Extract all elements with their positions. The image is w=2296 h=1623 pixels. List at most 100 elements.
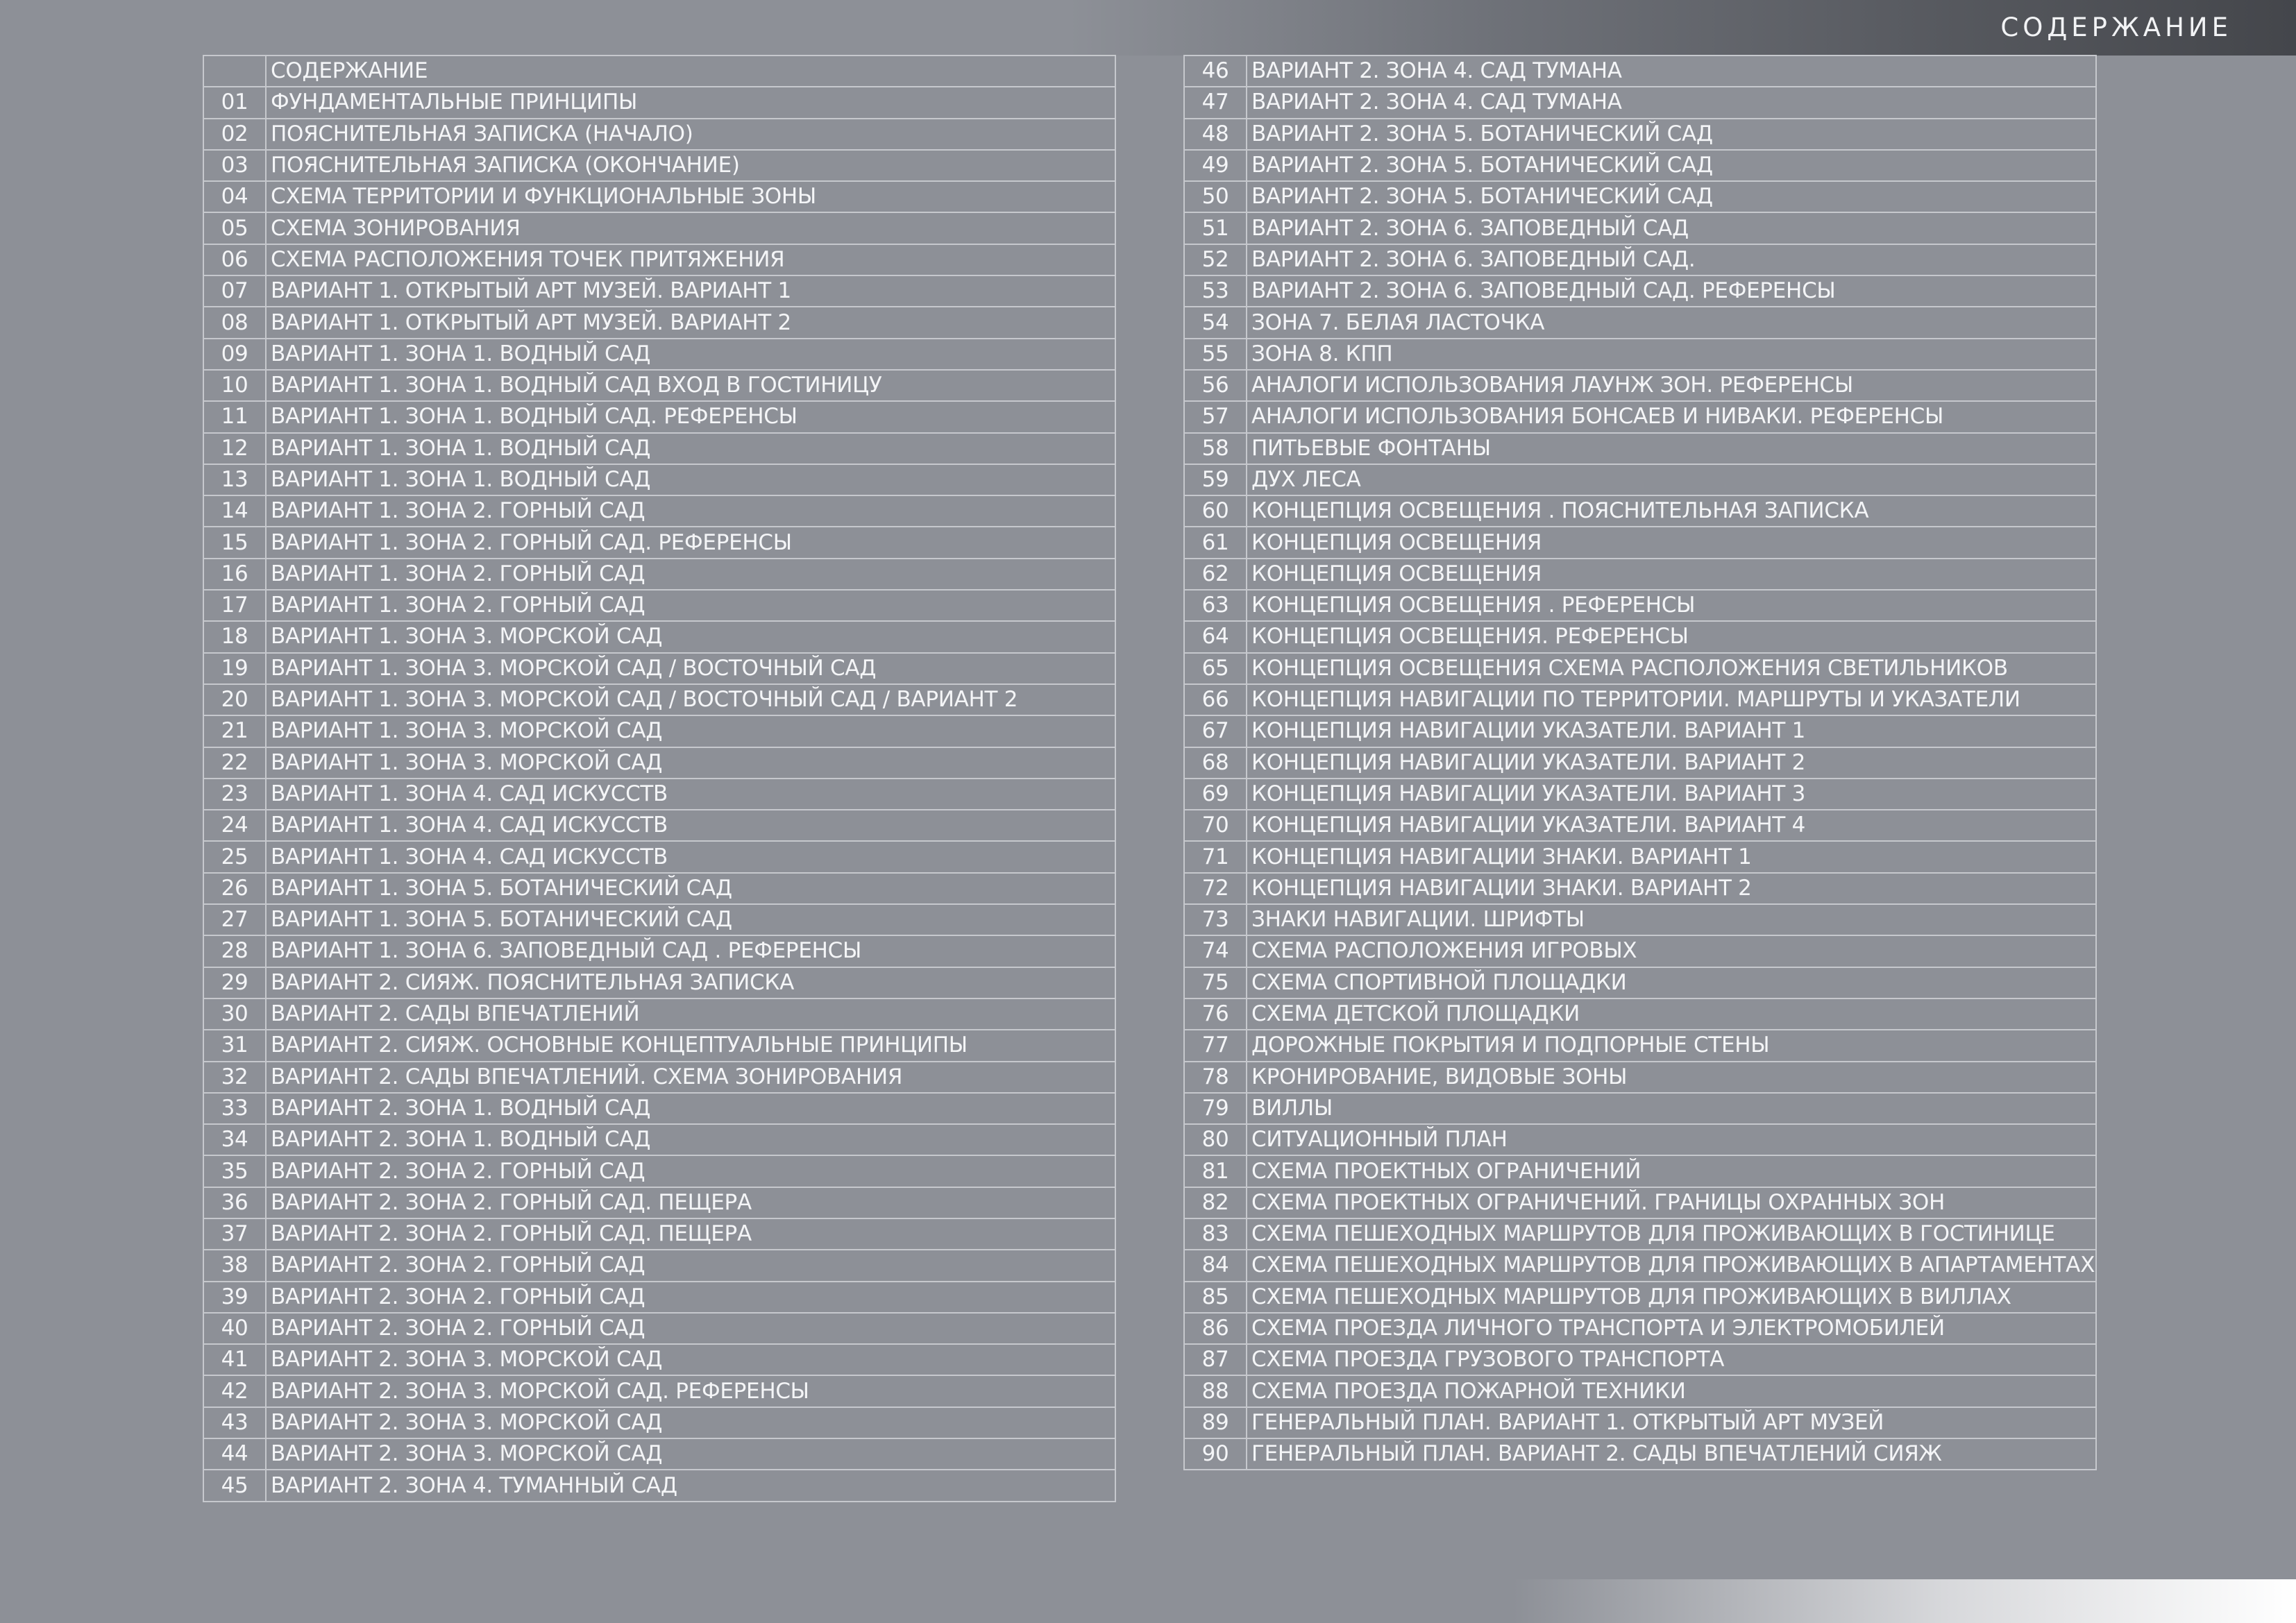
toc-row: 89 ГЕНЕРАЛЬНЫЙ ПЛАН. ВАРИАНТ 1. ОТКРЫТЫЙ …: [1183, 1406, 2097, 1440]
toc-entry-title: ВАРИАНТ 1. ЗОНА 2. ГОРНЫЙ САД: [265, 495, 1116, 528]
toc-entry-title: ВАРИАНТ 1. ЗОНА 5. БОТАНИЧЕСКИЙ САД: [265, 903, 1116, 937]
toc-entry-title: ДОРОЖНЫЕ ПОКРЫТИЯ И ПОДПОРНЫЕ СТЕНЫ: [1246, 1029, 2097, 1062]
toc-row: 76 СХЕМА ДЕТСКОЙ ПЛОЩАДКИ: [1183, 997, 2097, 1031]
toc-entry-title: СХЕМА ПЕШЕХОДНЫХ МАРШРУТОВ ДЛЯ ПРОЖИВАЮЩ…: [1246, 1280, 2097, 1314]
toc-page-number: 47: [1183, 86, 1247, 119]
toc-page-number: 28: [203, 935, 267, 968]
toc-page-number: 26: [203, 872, 267, 906]
toc-entry-title: СХЕМА РАСПОЛОЖЕНИЯ ИГРОВЫХ: [1246, 935, 2097, 968]
toc-entry-title: ВАРИАНТ 2. ЗОНА 2. ГОРНЫЙ САД: [265, 1280, 1116, 1314]
toc-row: 79 ВИЛЛЫ: [1183, 1091, 2097, 1125]
toc-entry-title: КОНЦЕПЦИЯ НАВИГАЦИИ ПО ТЕРРИТОРИИ. МАРШР…: [1246, 683, 2097, 717]
toc-page-number: 31: [203, 1029, 267, 1062]
toc-row: 01 ФУНДАМЕНТАЛЬНЫЕ ПРИНЦИПЫ: [203, 86, 1116, 119]
toc-page-number: 68: [1183, 746, 1247, 779]
toc-entry-title: ВАРИАНТ 2. ЗОНА 3. МОРСКОЙ САД: [265, 1343, 1116, 1377]
toc-row: 25 ВАРИАНТ 1. ЗОНА 4. САД ИСКУССТВ: [203, 840, 1116, 874]
toc-row: 20 ВАРИАНТ 1. ЗОНА 3. МОРСКОЙ САД / ВОСТО…: [203, 683, 1116, 717]
toc-page-number: 29: [203, 966, 267, 999]
toc-row: 74 СХЕМА РАСПОЛОЖЕНИЯ ИГРОВЫХ: [1183, 935, 2097, 968]
toc-page-number: 04: [203, 180, 267, 214]
toc-entry-title: КОНЦЕПЦИЯ ОСВЕЩЕНИЯ: [1246, 557, 2097, 591]
toc-row: 81 СХЕМА ПРОЕКТНЫХ ОГРАНИЧЕНИЙ: [1183, 1155, 2097, 1188]
toc-page-number: 75: [1183, 966, 1247, 999]
toc-row: 54 ЗОНА 7. БЕЛАЯ ЛАСТОЧКА: [1183, 306, 2097, 339]
toc-entry-title: ВАРИАНТ 2. ЗОНА 6. ЗАПОВЕДНЫЙ САД: [1246, 212, 2097, 245]
toc-entry-title: ВАРИАНТ 2. ЗОНА 6. ЗАПОВЕДНЫЙ САД. РЕФЕР…: [1246, 275, 2097, 308]
toc-page-number: 39: [203, 1280, 267, 1314]
toc-row: 38 ВАРИАНТ 2. ЗОНА 2. ГОРНЫЙ САД: [203, 1249, 1116, 1282]
toc-page-number: 45: [203, 1469, 267, 1502]
toc-page-number: 84: [1183, 1249, 1247, 1282]
toc-row: 15 ВАРИАНТ 1. ЗОНА 2. ГОРНЫЙ САД. РЕФЕРЕН…: [203, 526, 1116, 559]
toc-page-number: 89: [1183, 1406, 1247, 1440]
toc-row: 72 КОНЦЕПЦИЯ НАВИГАЦИИ ЗНАКИ. ВАРИАНТ 2: [1183, 872, 2097, 906]
toc-row: 51 ВАРИАНТ 2. ЗОНА 6. ЗАПОВЕДНЫЙ САД: [1183, 212, 2097, 245]
toc-page-number: 64: [1183, 620, 1247, 654]
toc-row: 30 ВАРИАНТ 2. САДЫ ВПЕЧАТЛЕНИЙ: [203, 997, 1116, 1031]
toc-entry-title: КОНЦЕПЦИЯ НАВИГАЦИИ УКАЗАТЕЛИ. ВАРИАНТ 4: [1246, 809, 2097, 842]
toc-entry-title: ВАРИАНТ 2. ЗОНА 3. МОРСКОЙ САД: [265, 1406, 1116, 1440]
toc-page-number: 70: [1183, 809, 1247, 842]
toc-entry-title: ПОЯСНИТЕЛЬНАЯ ЗАПИСКА (НАЧАЛО): [265, 117, 1116, 151]
toc-page-number: 59: [1183, 463, 1247, 497]
toc-page-number: 22: [203, 746, 267, 779]
toc-entry-title: ВАРИАНТ 1. ЗОНА 2. ГОРНЫЙ САД. РЕФЕРЕНСЫ: [265, 526, 1116, 559]
toc-row: 06 СХЕМА РАСПОЛОЖЕНИЯ ТОЧЕК ПРИТЯЖЕНИЯ: [203, 243, 1116, 277]
toc-page-number: 41: [203, 1343, 267, 1377]
toc-entry-title: ЗОНА 7. БЕЛАЯ ЛАСТОЧКА: [1246, 306, 2097, 339]
toc-page-number: [203, 54, 267, 88]
toc-entry-title: ВАРИАНТ 2. ЗОНА 3. МОРСКОЙ САД: [265, 1438, 1116, 1471]
toc-row: 13 ВАРИАНТ 1. ЗОНА 1. ВОДНЫЙ САД: [203, 463, 1116, 497]
toc-page-number: 17: [203, 589, 267, 622]
toc-row: 57 АНАЛОГИ ИСПОЛЬЗОВАНИЯ БОНСАЕВ И НИВАКИ…: [1183, 400, 2097, 434]
toc-entry-title: ВАРИАНТ 2. ЗОНА 2. ГОРНЫЙ САД. ПЕЩЕРА: [265, 1186, 1116, 1219]
toc-entry-title: СХЕМА ТЕРРИТОРИИ И ФУНКЦИОНАЛЬНЫЕ ЗОНЫ: [265, 180, 1116, 214]
toc-page-number: 46: [1183, 54, 1247, 88]
toc-page-number: 85: [1183, 1280, 1247, 1314]
toc-row: 28 ВАРИАНТ 1. ЗОНА 6. ЗАПОВЕДНЫЙ САД . РЕ…: [203, 935, 1116, 968]
toc-page-number: 78: [1183, 1060, 1247, 1094]
toc-entry-title: СИТУАЦИОННЫЙ ПЛАН: [1246, 1123, 2097, 1157]
toc-row: 04 СХЕМА ТЕРРИТОРИИ И ФУНКЦИОНАЛЬНЫЕ ЗОНЫ: [203, 180, 1116, 214]
toc-entry-title: КОНЦЕПЦИЯ ОСВЕЩЕНИЯ: [1246, 526, 2097, 559]
toc-row: 82 СХЕМА ПРОЕКТНЫХ ОГРАНИЧЕНИЙ. ГРАНИЦЫ О…: [1183, 1186, 2097, 1219]
toc-entry-title: ВАРИАНТ 2. ЗОНА 4. ТУМАННЫЙ САД: [265, 1469, 1116, 1502]
toc-row: 68 КОНЦЕПЦИЯ НАВИГАЦИИ УКАЗАТЕЛИ. ВАРИАНТ…: [1183, 746, 2097, 779]
toc-entry-title: АНАЛОГИ ИСПОЛЬЗОВАНИЯ БОНСАЕВ И НИВАКИ. …: [1246, 400, 2097, 434]
toc-entry-title: ВАРИАНТ 2. ЗОНА 6. ЗАПОВЕДНЫЙ САД.: [1246, 243, 2097, 277]
toc-page-number: 77: [1183, 1029, 1247, 1062]
toc-page-number: 38: [203, 1249, 267, 1282]
toc-row: 07 ВАРИАНТ 1. ОТКРЫТЫЙ АРТ МУЗЕЙ. ВАРИАНТ…: [203, 275, 1116, 308]
toc-page-number: 30: [203, 997, 267, 1031]
toc-row: 86 СХЕМА ПРОЕЗДА ЛИЧНОГО ТРАНСПОРТА И ЭЛ…: [1183, 1311, 2097, 1345]
toc-page-number: 83: [1183, 1217, 1247, 1251]
toc-row: 61 КОНЦЕПЦИЯ ОСВЕЩЕНИЯ: [1183, 526, 2097, 559]
toc-row: 66 КОНЦЕПЦИЯ НАВИГАЦИИ ПО ТЕРРИТОРИИ. МАР…: [1183, 683, 2097, 717]
toc-row: 59 ДУХ ЛЕСА: [1183, 463, 2097, 497]
toc-row: 17 ВАРИАНТ 1. ЗОНА 2. ГОРНЫЙ САД: [203, 589, 1116, 622]
toc-page-number: 79: [1183, 1091, 1247, 1125]
toc-row: 50 ВАРИАНТ 2. ЗОНА 5. БОТАНИЧЕСКИЙ САД: [1183, 180, 2097, 214]
toc-page-number: 09: [203, 337, 267, 371]
toc-entry-title: ВИЛЛЫ: [1246, 1091, 2097, 1125]
toc-row: 56 АНАЛОГИ ИСПОЛЬЗОВАНИЯ ЛАУНЖ ЗОН. РЕФЕР…: [1183, 368, 2097, 402]
toc-row: 42 ВАРИАНТ 2. ЗОНА 3. МОРСКОЙ САД. РЕФЕРЕ…: [203, 1375, 1116, 1408]
toc-page-number: 15: [203, 526, 267, 559]
toc-page-number: 52: [1183, 243, 1247, 277]
toc-row: 78 КРОНИРОВАНИЕ, ВИДОВЫЕ ЗОНЫ: [1183, 1060, 2097, 1094]
toc-entry-title: ВАРИАНТ 1. ОТКРЫТЫЙ АРТ МУЗЕЙ. ВАРИАНТ 1: [265, 275, 1116, 308]
toc-page-number: 73: [1183, 903, 1247, 937]
toc-entry-title: ЗОНА 8. КПП: [1246, 337, 2097, 371]
toc-entry-title: ВАРИАНТ 2. ЗОНА 1. ВОДНЫЙ САД: [265, 1123, 1116, 1157]
toc-page-number: 54: [1183, 306, 1247, 339]
toc-entry-title: КОНЦЕПЦИЯ ОСВЕЩЕНИЯ . РЕФЕРЕНСЫ: [1246, 589, 2097, 622]
toc-page-number: 55: [1183, 337, 1247, 371]
toc-row: 67 КОНЦЕПЦИЯ НАВИГАЦИИ УКАЗАТЕЛИ. ВАРИАНТ…: [1183, 715, 2097, 748]
toc-page-number: 34: [203, 1123, 267, 1157]
toc-page-number: 57: [1183, 400, 1247, 434]
toc-page-number: 14: [203, 495, 267, 528]
toc-page-number: 05: [203, 212, 267, 245]
toc-entry-title: СОДЕРЖАНИЕ: [265, 54, 1116, 88]
toc-row: 48 ВАРИАНТ 2. ЗОНА 5. БОТАНИЧЕСКИЙ САД: [1183, 117, 2097, 151]
